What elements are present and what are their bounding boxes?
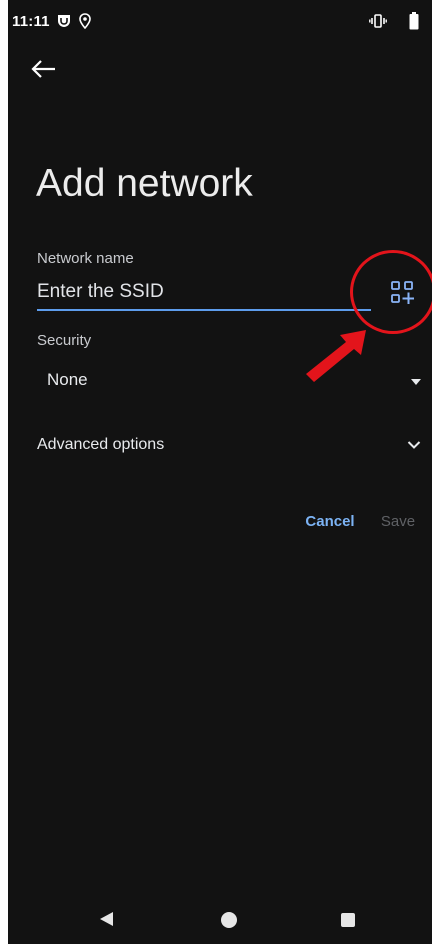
nav-back-icon[interactable] xyxy=(98,911,114,927)
add-network-screen: 11:11 Add network Network name Enter the… xyxy=(8,0,432,944)
dropdown-triangle-icon xyxy=(411,379,421,385)
ssid-input-underline xyxy=(37,309,371,311)
security-label: Security xyxy=(37,332,92,349)
advanced-options-label: Advanced options xyxy=(37,436,165,453)
highlight-circle xyxy=(350,250,432,334)
page-title: Add network xyxy=(36,162,253,205)
cancel-button[interactable]: Cancel xyxy=(298,510,362,534)
security-dropdown[interactable]: None xyxy=(37,360,426,400)
shield-icon xyxy=(58,15,70,27)
advanced-options-row[interactable]: Advanced options xyxy=(37,428,426,462)
battery-icon xyxy=(409,12,419,30)
chevron-down-icon xyxy=(407,441,421,449)
location-icon xyxy=(79,13,91,29)
status-bar: 11:11 xyxy=(8,0,432,40)
security-selected-value: None xyxy=(47,370,88,389)
arrow-back-icon[interactable] xyxy=(24,55,60,83)
ssid-input[interactable] xyxy=(37,276,371,308)
nav-home-icon[interactable] xyxy=(221,912,237,928)
navigation-bar xyxy=(8,894,432,944)
vibrate-icon xyxy=(369,14,387,28)
network-name-label: Network name xyxy=(37,250,134,267)
save-button[interactable]: Save xyxy=(376,510,420,534)
status-time: 11:11 xyxy=(12,13,50,30)
nav-recents-icon[interactable] xyxy=(341,913,355,927)
